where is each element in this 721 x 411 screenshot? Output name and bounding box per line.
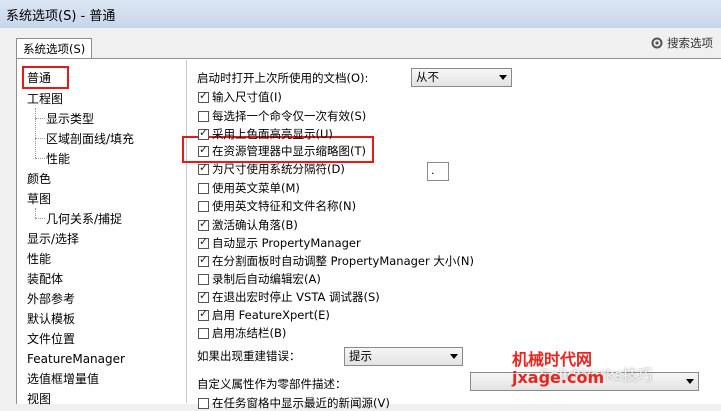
option-system-separator: 为尺寸使用系统分隔符(D)	[212, 162, 345, 176]
tree-item-drawings[interactable]: 工程图	[27, 91, 63, 107]
search-options-label: 搜索选项	[667, 36, 713, 50]
option-show-news-feed: 在任务窗格中显示最近的新闻源(V)	[212, 396, 390, 410]
chevron-down-icon	[686, 379, 694, 384]
separator-field[interactable]: .	[427, 162, 449, 181]
tree-item-assemblies[interactable]: 装配体	[27, 271, 63, 287]
tree-line	[35, 218, 45, 219]
open-last-docs-value: 从不	[416, 70, 439, 84]
checkbox-shaded-face-highlight[interactable]	[198, 126, 209, 140]
highlight-box-general	[22, 66, 69, 89]
custom-property-label: 自定义属性作为零部件描述：	[197, 377, 347, 391]
checkbox-confirmation-corner[interactable]	[198, 217, 209, 231]
checkbox-input-dimension-value[interactable]	[198, 89, 209, 103]
open-last-docs-label: 启动时打开上次所使用的文档(O):	[197, 71, 369, 85]
tree-item-colors[interactable]: 颜色	[27, 171, 51, 187]
tree-item-sketch[interactable]: 草图	[27, 191, 51, 207]
checkbox-enable-featurexpert[interactable]	[198, 307, 209, 321]
watermark-url: jxage.com	[512, 368, 605, 387]
tree-item-external-references[interactable]: 外部参考	[27, 291, 75, 307]
open-last-docs-select[interactable]: 从不	[411, 68, 512, 87]
tree-item-area-hatch[interactable]: 区域剖面线/填充	[46, 131, 134, 147]
search-options[interactable]: 搜索选项	[650, 34, 721, 52]
chevron-down-icon	[499, 75, 507, 80]
checkbox-system-separator[interactable]	[198, 161, 209, 175]
option-auto-edit-macro: 录制后自动编辑宏(A)	[212, 272, 321, 286]
rebuild-error-select[interactable]: 提示	[344, 347, 463, 366]
checkbox-auto-size-propertymanager[interactable]	[198, 253, 209, 267]
chevron-down-icon	[450, 354, 458, 359]
tree-item-featuremanager[interactable]: FeatureManager	[27, 351, 125, 367]
option-show-thumbnails: 在资源管理器中显示缩略图(T)	[212, 144, 366, 158]
option-input-dimension-value: 输入尺寸值(I)	[212, 90, 282, 104]
tab-system-options[interactable]: 系统选项(S)	[16, 38, 93, 59]
rebuild-error-label: 如果出现重建错误：	[197, 349, 301, 363]
option-stop-vsta-debugger: 在退出宏时停止 VSTA 调试器(S)	[212, 290, 380, 304]
checkbox-single-command-per-pick[interactable]	[198, 111, 209, 122]
tree-item-drawing-performance[interactable]: 性能	[46, 151, 70, 167]
option-confirmation-corner: 激活确认角落(B)	[212, 218, 298, 232]
tree-line	[35, 208, 36, 218]
checkbox-english-menus[interactable]	[198, 183, 209, 194]
checkbox-enable-freeze-bar[interactable]	[198, 328, 209, 339]
option-auto-show-propertymanager: 自动显示 PropertyManager	[212, 236, 361, 250]
option-auto-size-propertymanager: 在分割面板时自动调整 PropertyManager 大小(N)	[212, 254, 474, 268]
tree-item-display-style[interactable]: 显示类型	[46, 111, 94, 127]
tree-item-performance[interactable]: 性能	[27, 251, 51, 267]
tree-item-relations-snaps[interactable]: 几何关系/捕捉	[46, 211, 122, 227]
tree-line	[35, 108, 36, 158]
gear-icon	[650, 36, 664, 50]
option-shaded-face-highlight: 采用上色面高亮显示(U)	[212, 127, 333, 141]
tree-line	[35, 158, 45, 159]
tree-line	[35, 118, 45, 119]
checkbox-show-thumbnails[interactable]	[198, 143, 209, 157]
option-english-menus: 使用英文菜单(M)	[212, 181, 300, 195]
tree-item-view[interactable]: 视图	[27, 391, 51, 407]
checkbox-show-news-feed[interactable]	[198, 398, 209, 409]
checkbox-english-feature-names[interactable]	[198, 201, 209, 212]
tree-item-default-templates[interactable]: 默认模板	[27, 311, 75, 327]
window-titlebar: 系统选项(S) - 普通	[0, 0, 721, 28]
window-title: 系统选项(S) - 普通	[6, 9, 116, 24]
option-single-command-per-pick: 每选择一个命令仅一次有效(S)	[212, 109, 367, 123]
checkbox-stop-vsta-debugger[interactable]	[198, 289, 209, 303]
rebuild-error-value: 提示	[349, 349, 372, 363]
tree-item-display-selection[interactable]: 显示/选择	[27, 231, 79, 247]
tree-item-file-locations[interactable]: 文件位置	[27, 331, 75, 347]
tree-line	[35, 138, 45, 139]
checkbox-auto-show-propertymanager[interactable]	[198, 235, 209, 249]
option-english-feature-names: 使用英文特征和文件名称(N)	[212, 199, 357, 213]
checkbox-auto-edit-macro[interactable]	[198, 274, 209, 285]
tree-item-spin-box-increments[interactable]: 选值框增量值	[27, 371, 99, 387]
option-enable-freeze-bar: 启用冻结栏(B)	[212, 326, 287, 340]
option-enable-featurexpert: 启用 FeatureXpert(E)	[212, 308, 330, 322]
